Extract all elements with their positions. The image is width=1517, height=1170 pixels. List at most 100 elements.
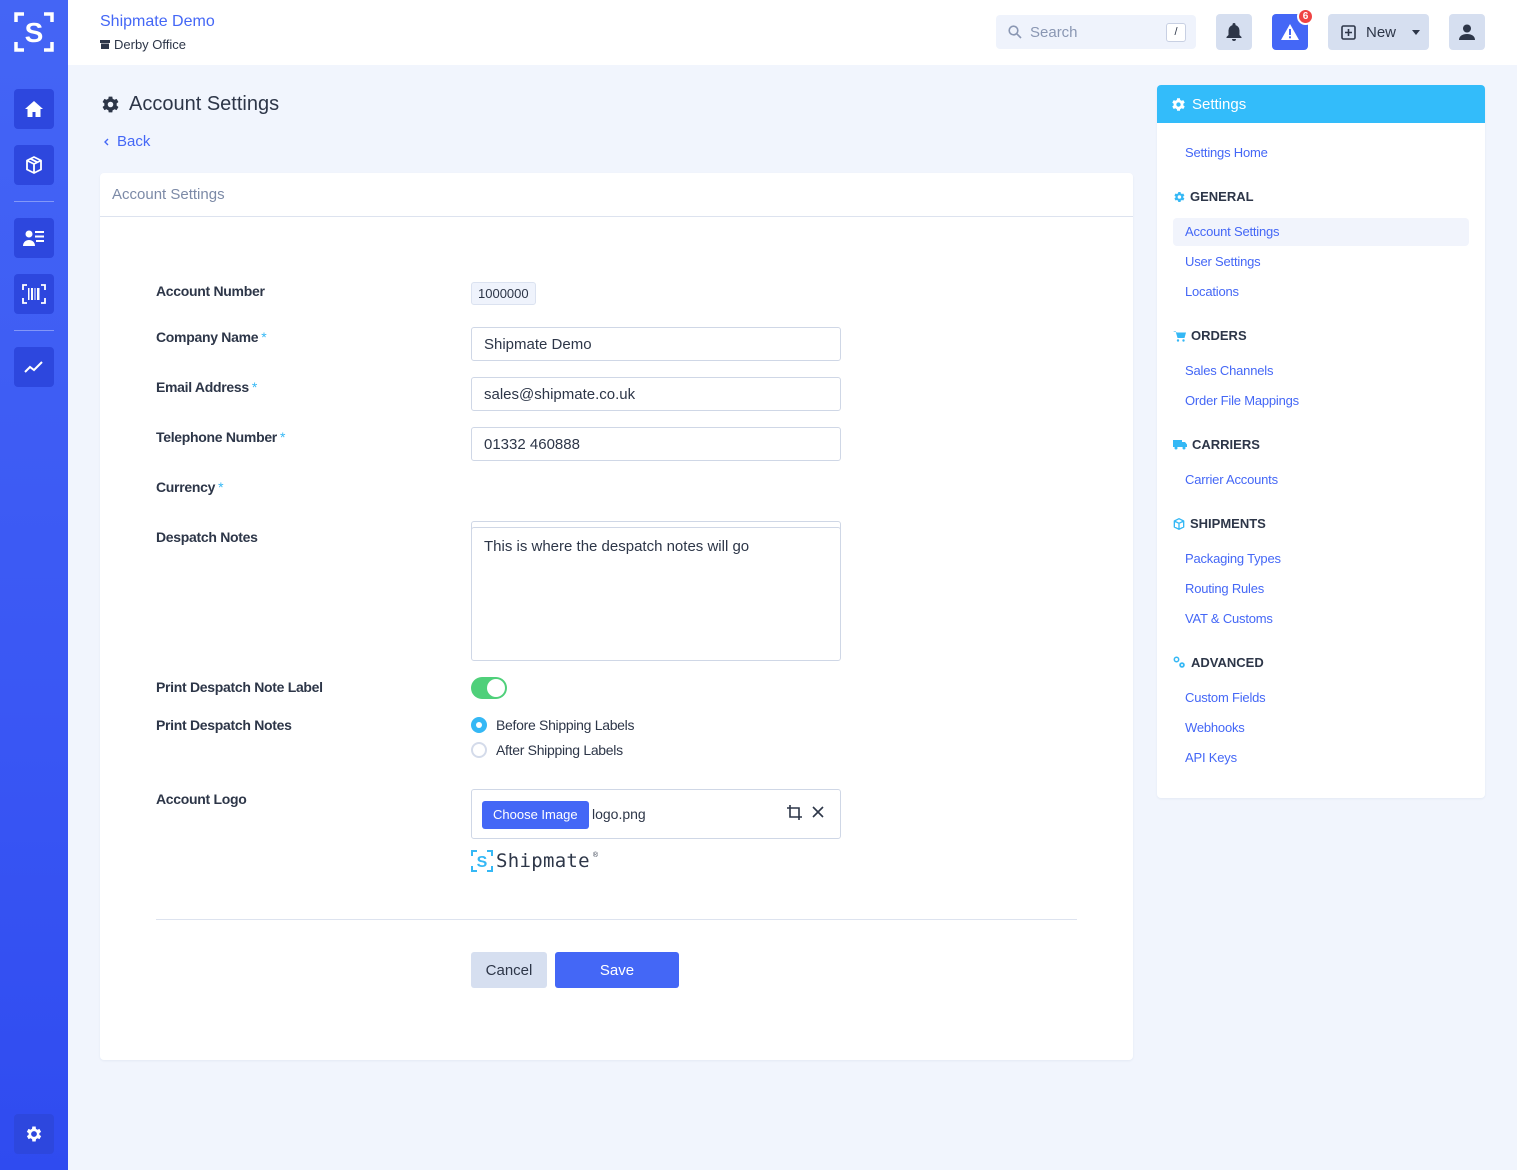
new-dropdown-button[interactable]: New bbox=[1328, 14, 1429, 50]
required-marker: * bbox=[251, 379, 257, 395]
gear-icon bbox=[102, 96, 119, 113]
section-title: GENERAL bbox=[1190, 189, 1254, 204]
telephone-input[interactable] bbox=[471, 427, 841, 461]
radio-selected-icon bbox=[471, 717, 487, 733]
search-box[interactable]: / bbox=[996, 15, 1196, 49]
plus-square-icon bbox=[1341, 24, 1356, 40]
close-icon[interactable] bbox=[812, 806, 824, 818]
print-despatch-label-toggle[interactable] bbox=[471, 677, 507, 699]
search-shortcut-key: / bbox=[1166, 23, 1186, 42]
box-icon bbox=[1173, 517, 1185, 530]
store-icon bbox=[100, 40, 110, 49]
company-name-label-text: Company Name bbox=[156, 329, 259, 345]
cancel-button[interactable]: Cancel bbox=[471, 952, 547, 988]
alerts-button[interactable]: 6 bbox=[1272, 8, 1314, 50]
nav-routing-rules[interactable]: Routing Rules bbox=[1185, 581, 1264, 596]
logo-file-input: Choose Image logo.png bbox=[471, 789, 841, 839]
page-title: Account Settings bbox=[101, 93, 279, 116]
nav-custom-fields[interactable]: Custom Fields bbox=[1185, 690, 1266, 705]
gear-icon bbox=[1172, 97, 1185, 111]
section-title: ORDERS bbox=[1191, 328, 1247, 343]
location-selector[interactable]: Derby Office bbox=[100, 37, 186, 52]
account-settings-card: Account Settings Account Number 1000000 … bbox=[100, 173, 1133, 1060]
rail-analytics-button[interactable] bbox=[14, 347, 54, 387]
rail-packages-button[interactable] bbox=[14, 145, 54, 185]
chevron-left-icon bbox=[104, 138, 109, 145]
nav-section-advanced: ADVANCED bbox=[1173, 655, 1264, 670]
radio-label: Before Shipping Labels bbox=[496, 717, 635, 733]
choose-image-button[interactable]: Choose Image bbox=[482, 801, 589, 829]
rail-divider bbox=[14, 330, 54, 331]
search-input[interactable] bbox=[1030, 23, 1160, 41]
nav-api-keys[interactable]: API Keys bbox=[1185, 750, 1237, 765]
logo-preview: S Shipmate ® bbox=[471, 850, 598, 872]
radio-label: After Shipping Labels bbox=[496, 742, 623, 758]
back-label: Back bbox=[117, 133, 151, 150]
trend-chart-icon bbox=[24, 361, 43, 373]
truck-icon bbox=[1173, 440, 1187, 450]
rail-home-button[interactable] bbox=[14, 89, 54, 129]
barcode-scan-icon bbox=[22, 284, 46, 304]
nav-packaging-types[interactable]: Packaging Types bbox=[1185, 551, 1281, 566]
nav-order-file-mappings[interactable]: Order File Mappings bbox=[1185, 393, 1299, 408]
location-name: Derby Office bbox=[114, 37, 187, 52]
nav-settings-home[interactable]: Settings Home bbox=[1185, 145, 1268, 160]
search-icon bbox=[1008, 25, 1022, 39]
user-menu-button[interactable] bbox=[1449, 14, 1485, 50]
nav-sales-channels[interactable]: Sales Channels bbox=[1185, 363, 1273, 378]
section-title: SHIPMENTS bbox=[1190, 516, 1266, 531]
nav-section-shipments: SHIPMENTS bbox=[1173, 516, 1266, 531]
required-marker: * bbox=[218, 479, 224, 495]
page-title-text: Account Settings bbox=[129, 93, 280, 115]
save-button[interactable]: Save bbox=[555, 952, 679, 988]
svg-text:S: S bbox=[25, 17, 44, 48]
currency-label: Currency * bbox=[156, 479, 224, 495]
top-bar: Shipmate Demo Derby Office / 6 New bbox=[68, 0, 1517, 65]
email-label: Email Address * bbox=[156, 379, 257, 395]
despatch-notes-textarea[interactable]: This is where the despatch notes will go bbox=[471, 527, 841, 661]
back-link[interactable]: Back bbox=[104, 133, 150, 150]
nav-user-settings[interactable]: User Settings bbox=[1185, 254, 1261, 269]
currency-label-text: Currency bbox=[156, 479, 216, 495]
company-name-label: Company Name * bbox=[156, 329, 267, 345]
account-name-link[interactable]: Shipmate Demo bbox=[100, 13, 215, 31]
gear-icon bbox=[1174, 191, 1185, 202]
rail-settings-button[interactable] bbox=[14, 1114, 54, 1154]
nav-webhooks[interactable]: Webhooks bbox=[1185, 720, 1245, 735]
home-icon bbox=[25, 101, 43, 117]
section-title: CARRIERS bbox=[1192, 437, 1260, 452]
app-rail: S bbox=[0, 0, 68, 1170]
radio-unselected-icon bbox=[471, 742, 487, 758]
shipmate-logo-icon[interactable]: S bbox=[14, 12, 54, 52]
account-number-value: 1000000 bbox=[471, 282, 536, 305]
rail-contacts-button[interactable] bbox=[14, 218, 54, 258]
radio-after-shipping-labels[interactable]: After Shipping Labels bbox=[471, 742, 623, 758]
bell-icon bbox=[1226, 23, 1242, 41]
crop-icon[interactable] bbox=[786, 804, 803, 821]
nav-section-carriers: CARRIERS bbox=[1173, 437, 1260, 452]
nav-account-settings[interactable]: Account Settings bbox=[1173, 218, 1469, 246]
radio-before-shipping-labels[interactable]: Before Shipping Labels bbox=[471, 717, 634, 733]
nav-carrier-accounts[interactable]: Carrier Accounts bbox=[1185, 472, 1278, 487]
card-title: Account Settings bbox=[100, 173, 1133, 217]
nav-vat-customs[interactable]: VAT & Customs bbox=[1185, 611, 1273, 626]
despatch-notes-label: Despatch Notes bbox=[156, 529, 258, 545]
caret-down-icon bbox=[1412, 29, 1421, 35]
rail-divider bbox=[14, 201, 54, 202]
notifications-button[interactable] bbox=[1216, 14, 1252, 50]
nav-section-orders: ORDERS bbox=[1173, 328, 1247, 343]
rail-scan-button[interactable] bbox=[14, 274, 54, 314]
email-label-text: Email Address bbox=[156, 379, 249, 395]
telephone-label: Telephone Number * bbox=[156, 429, 285, 445]
logo-filename: logo.png bbox=[592, 806, 646, 822]
section-title: ADVANCED bbox=[1191, 655, 1264, 670]
nav-locations[interactable]: Locations bbox=[1185, 284, 1239, 299]
gear-icon bbox=[26, 1126, 42, 1142]
nav-section-general: GENERAL bbox=[1173, 189, 1254, 204]
form-divider bbox=[156, 919, 1077, 920]
contacts-list-icon bbox=[23, 230, 44, 246]
company-name-input[interactable] bbox=[471, 327, 841, 361]
email-input[interactable] bbox=[471, 377, 841, 411]
package-icon bbox=[26, 156, 42, 174]
settings-nav-title: Settings bbox=[1192, 95, 1247, 113]
